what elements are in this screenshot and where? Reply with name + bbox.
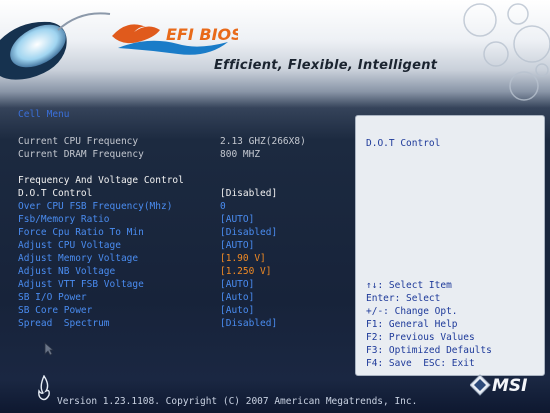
info-value: 2.13 GHZ(266X8)	[220, 136, 306, 147]
key-hint: F3: Optimized Defaults	[366, 345, 492, 356]
help-panel: D.O.T Control ↑↓: Select Item Enter: Sel…	[355, 115, 545, 376]
decorative-circles	[463, 3, 550, 101]
header-banner: EFI BIOS Efficient, Flexible, Intelligen…	[0, 0, 550, 101]
version-copyright: Version 1.23.1108. Copyright (C) 2007 Am…	[57, 396, 418, 407]
info-label: Current CPU Frequency	[18, 136, 139, 147]
setting-value: [Auto]	[220, 305, 255, 316]
setting-label: Adjust NB Voltage	[18, 266, 116, 277]
mouse-cursor-icon	[44, 342, 54, 356]
key-legend: ↑↓: Select Item Enter: Select +/-: Chang…	[366, 279, 492, 370]
msi-brand-text: MSI	[492, 376, 528, 396]
setting-value: [AUTO]	[220, 214, 255, 225]
flame-icon	[38, 375, 50, 401]
setting-label: SB Core Power	[18, 305, 93, 316]
key-hint: +/-: Change Opt.	[366, 306, 458, 317]
help-title: D.O.T Control	[366, 138, 441, 149]
key-hint: F1: General Help	[366, 319, 458, 330]
setting-value: [1.250 V]	[220, 266, 272, 277]
settings-panel: Cell Menu Current CPU Frequency 2.13 GHZ…	[10, 106, 350, 386]
setting-value: [AUTO]	[220, 240, 255, 251]
setting-label: Fsb/Memory Ratio	[18, 214, 110, 225]
logo-text: EFI BIOS	[166, 25, 238, 44]
setting-value: [1.90 V]	[220, 253, 266, 264]
setting-label: Spread Spectrum	[18, 318, 110, 329]
setting-label: Force Cpu Ratio To Min	[18, 227, 144, 238]
setting-label: Adjust VTT FSB Voltage	[18, 279, 144, 290]
key-hint: ↑↓: Select Item	[366, 280, 452, 291]
menu-title: Cell Menu	[18, 109, 70, 120]
setting-value: [Disabled]	[220, 188, 278, 199]
tagline: Efficient, Flexible, Intelligent	[214, 58, 438, 73]
setting-label: Adjust Memory Voltage	[18, 253, 139, 264]
msi-logo: MSI	[470, 374, 528, 396]
setting-value: 0	[220, 201, 226, 212]
section-heading-text: Frequency And Voltage Control	[18, 175, 184, 186]
setting-value: [AUTO]	[220, 279, 255, 290]
setting-value: [Disabled]	[220, 318, 278, 329]
bios-screen: EFI BIOS Efficient, Flexible, Intelligen…	[0, 0, 550, 413]
info-value: 800 MHZ	[220, 149, 261, 160]
setting-label: Adjust CPU Voltage	[18, 240, 121, 251]
setting-value: [Disabled]	[220, 227, 278, 238]
key-hint: Enter: Select	[366, 293, 441, 304]
setting-value: [Auto]	[220, 292, 255, 303]
setting-label: SB I/O Power	[18, 292, 87, 303]
info-label: Current DRAM Frequency	[18, 149, 144, 160]
mouse-illustration-icon	[0, 12, 111, 80]
efi-bios-logo: EFI BIOS	[112, 24, 238, 55]
setting-label: Over CPU FSB Frequency(Mhz)	[18, 201, 173, 212]
setting-label: D.O.T Control	[18, 188, 93, 199]
key-hint: F2: Previous Values	[366, 332, 475, 343]
